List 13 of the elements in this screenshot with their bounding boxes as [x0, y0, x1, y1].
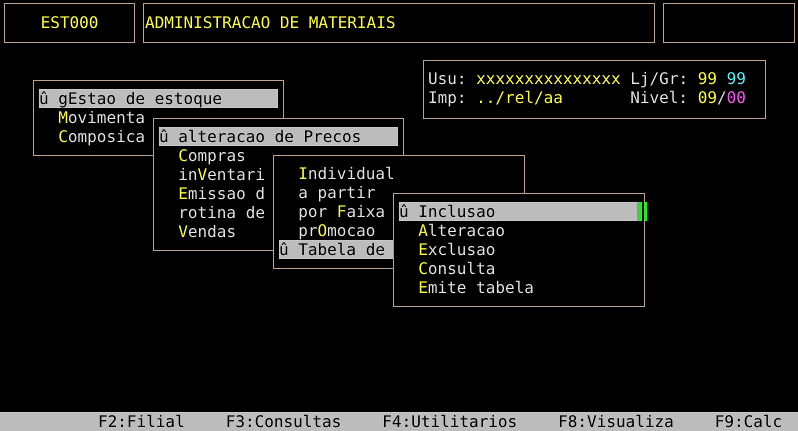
level-separator: /	[716, 88, 727, 107]
printer-label: Imp:	[428, 88, 467, 107]
user-label: Usu:	[428, 69, 467, 88]
store-label: Lj/Gr:	[630, 69, 688, 88]
store-value: 99	[698, 69, 717, 88]
store-value: 99	[726, 69, 746, 88]
level-value: 00	[726, 88, 746, 107]
program-title: ADMINISTRACAO DE MATERIAIS	[145, 12, 396, 34]
level-value: 09	[698, 88, 717, 107]
user-value: xxxxxxxxxxxxxxx	[476, 69, 621, 88]
program-code: EST000	[40, 12, 98, 34]
printer-value: ../rel/aa	[476, 88, 564, 107]
level-label: Nivel:	[630, 88, 688, 107]
